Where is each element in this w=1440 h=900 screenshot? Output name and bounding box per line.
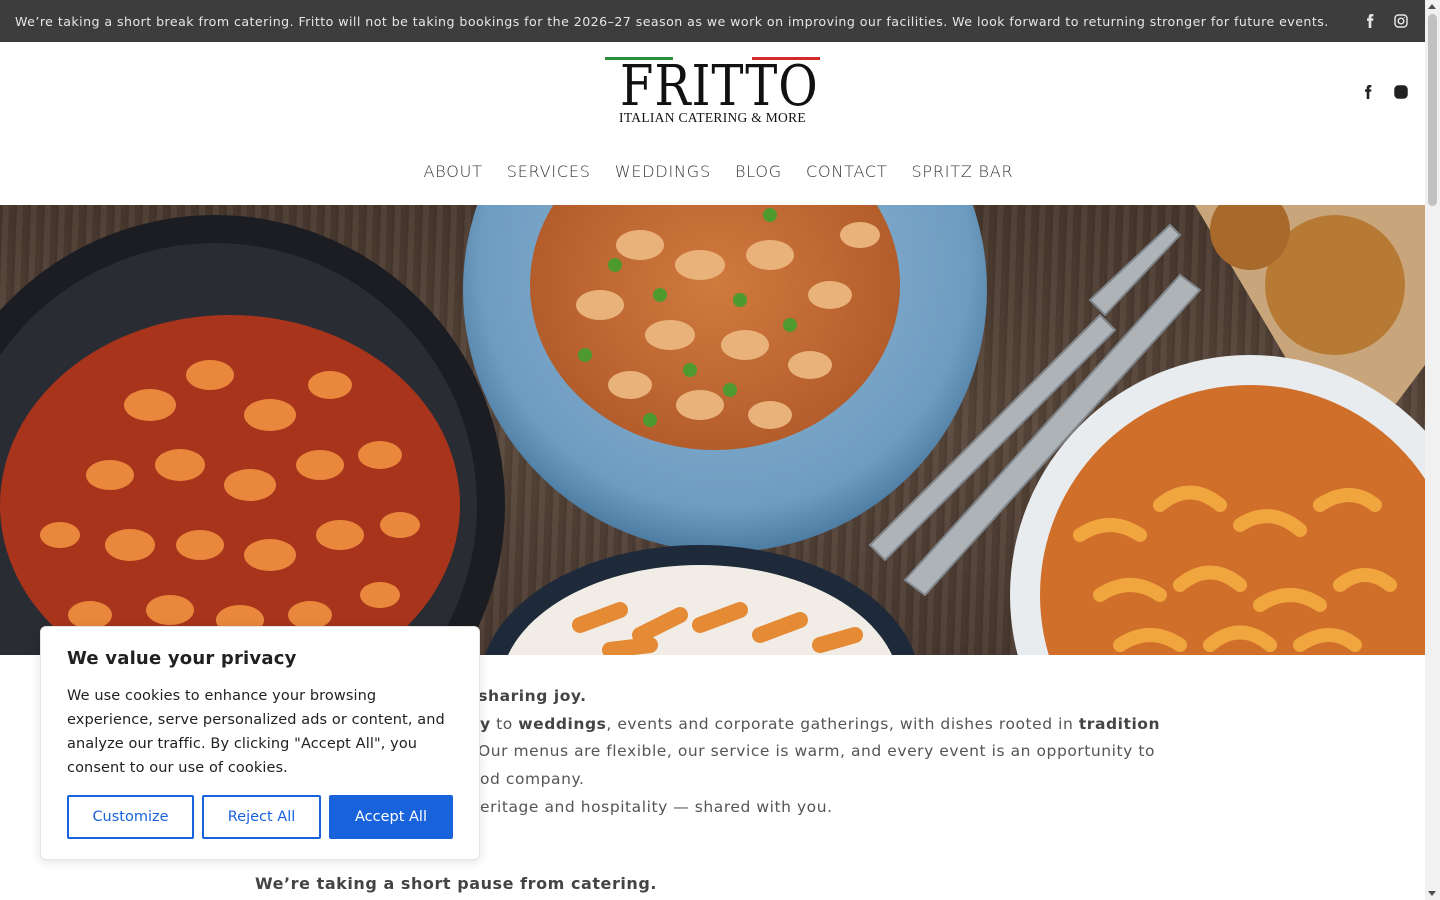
scroll-up-arrow-icon[interactable] [1428,4,1436,9]
main-nav: ABOUT SERVICES WEDDINGS BLOG CONTACT SPR… [0,162,1425,181]
header-social [1359,83,1409,100]
scroll-thumb[interactable] [1428,14,1437,206]
instagram-icon[interactable] [1392,83,1409,100]
cookie-buttons: Customize Reject All Accept All [67,795,453,839]
instagram-icon[interactable] [1392,13,1409,30]
scroll-down-arrow-icon[interactable] [1428,891,1436,896]
facebook-icon[interactable] [1361,13,1378,30]
hero-illustration [0,205,1425,655]
accept-all-button[interactable]: Accept All [329,795,453,839]
nav-weddings[interactable]: WEDDINGS [603,162,723,181]
reject-all-button[interactable]: Reject All [202,795,321,839]
announcement-text: We’re taking a short break from catering… [15,13,1329,29]
nav-about[interactable]: ABOUT [412,162,495,181]
topbar-social [1361,13,1409,30]
logo-tagline: ITALIAN CATERING & MORE [619,110,806,125]
nav-spritz-bar[interactable]: SPRITZ BAR [899,162,1025,181]
hero-image [0,205,1425,655]
page-scrollbar[interactable] [1425,0,1440,900]
site-logo[interactable]: FRITTO ITALIAN CATERING & MORE [605,57,820,127]
announcement-bar: We’re taking a short break from catering… [0,0,1425,42]
nav-services[interactable]: SERVICES [495,162,603,181]
customize-button[interactable]: Customize [67,795,194,839]
logo-wordmark: FRITTO [620,54,819,119]
cookie-description: We use cookies to enhance your browsing … [67,688,445,776]
pause-heading: We’re taking a short pause from catering… [255,873,657,893]
cookie-title: We value your privacy [67,648,297,669]
nav-contact[interactable]: CONTACT [794,162,899,181]
nav-blog[interactable]: BLOG [723,162,794,181]
facebook-icon[interactable] [1359,83,1376,100]
cookie-consent-banner: We value your privacy We use cookies to … [40,626,480,860]
site-header: FRITTO ITALIAN CATERING & MORE ABOUT SER… [0,42,1425,205]
